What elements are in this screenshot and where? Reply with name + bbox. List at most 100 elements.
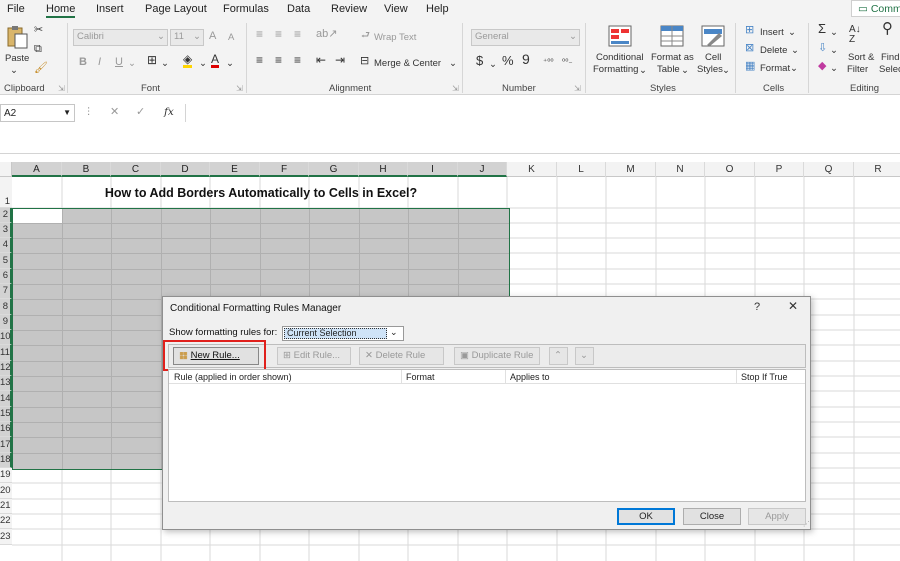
delete-cells-label[interactable]: Delete: [760, 45, 787, 56]
help-button[interactable]: ?: [754, 302, 760, 313]
tab-insert[interactable]: Insert: [96, 3, 124, 15]
show-rules-select[interactable]: Current Selection ⌄: [282, 326, 404, 341]
ok-button[interactable]: OK: [617, 508, 675, 525]
tab-help[interactable]: Help: [426, 3, 449, 15]
paste-dropdown-icon[interactable]: ⌄: [10, 65, 18, 76]
column-rule[interactable]: Rule (applied in order shown): [174, 372, 292, 382]
currency-button[interactable]: $: [476, 54, 483, 67]
number-launcher-icon[interactable]: ⇲: [574, 83, 581, 94]
clear-icon[interactable]: ◆: [818, 61, 826, 72]
enter-icon[interactable]: ✓: [136, 107, 145, 118]
font-launcher-icon[interactable]: ⇲: [236, 83, 243, 94]
row-header-14[interactable]: 14: [0, 391, 12, 407]
fill-down-icon[interactable]: ⇩: [818, 43, 827, 54]
row-header-1[interactable]: 1: [0, 177, 12, 208]
borders-dropdown-icon[interactable]: ⌄: [161, 58, 169, 69]
column-header-l[interactable]: L: [557, 162, 606, 177]
merge-icon[interactable]: ⊟: [360, 56, 369, 67]
row-header-18[interactable]: 18: [0, 453, 12, 468]
shrink-font-icon[interactable]: A: [228, 32, 234, 43]
row-header-19[interactable]: 19: [0, 468, 12, 483]
fill-color-icon[interactable]: ◈: [183, 53, 193, 68]
close-icon[interactable]: ✕: [788, 300, 798, 312]
grow-font-icon[interactable]: A: [209, 31, 216, 42]
tab-view[interactable]: View: [384, 3, 408, 15]
row-header-22[interactable]: 22: [0, 514, 12, 529]
duplicate-rule-button[interactable]: ▣ Duplicate Rule: [454, 347, 540, 365]
sort-filter-label-1[interactable]: Sort &: [848, 52, 874, 63]
delete-rule-button[interactable]: ✕ Delete Rule: [359, 347, 444, 365]
insert-cells-label[interactable]: Insert: [760, 27, 784, 38]
cancel-icon[interactable]: ✕: [110, 107, 119, 118]
bottom-align-icon[interactable]: ≡: [294, 28, 301, 40]
middle-align-icon[interactable]: ≡: [275, 28, 282, 40]
row-header-2[interactable]: 2: [0, 208, 12, 223]
move-up-button[interactable]: ⌃: [549, 347, 568, 365]
format-painter-icon[interactable]: 🖌: [34, 63, 48, 74]
fill-dropdown-icon[interactable]: ⌄: [199, 58, 207, 69]
clipboard-launcher-icon[interactable]: ⇲: [58, 83, 65, 94]
row-header-21[interactable]: 21: [0, 499, 12, 514]
column-header-j[interactable]: J: [458, 162, 507, 177]
apply-button[interactable]: Apply: [748, 508, 806, 525]
row-header-15[interactable]: 15: [0, 407, 12, 422]
row-header-4[interactable]: 4: [0, 238, 12, 253]
comments-button[interactable]: ▭ Comm: [851, 0, 900, 17]
cut-icon[interactable]: ✂: [34, 25, 43, 36]
row-header-3[interactable]: 3: [0, 223, 12, 238]
font-size-box[interactable]: 11 ⌄: [170, 29, 204, 46]
cell-styles-label-2[interactable]: Styles: [697, 64, 723, 75]
align-left-icon[interactable]: ≡: [256, 54, 263, 66]
tab-review[interactable]: Review: [331, 3, 367, 15]
row-header-8[interactable]: 8: [0, 299, 12, 315]
close-button[interactable]: Close: [683, 508, 741, 525]
column-header-b[interactable]: B: [62, 162, 111, 177]
insert-cells-icon[interactable]: ⊞: [745, 25, 754, 36]
increase-indent-icon[interactable]: ⇥: [335, 54, 345, 66]
column-header-p[interactable]: P: [755, 162, 804, 177]
tab-file[interactable]: File: [7, 3, 25, 15]
column-header-d[interactable]: D: [161, 162, 210, 177]
column-header-c[interactable]: C: [111, 162, 161, 177]
find-select-label-1[interactable]: Find: [881, 52, 899, 63]
font-color-icon[interactable]: A: [211, 53, 220, 68]
underline-button[interactable]: U: [115, 57, 123, 68]
column-header-n[interactable]: N: [656, 162, 705, 177]
move-down-button[interactable]: ⌄: [575, 347, 594, 365]
borders-icon[interactable]: ⊞: [147, 54, 157, 66]
increase-decimal-icon[interactable]: ⁺⁰⁰: [543, 56, 554, 67]
format-as-table-label-2[interactable]: Table: [657, 64, 680, 75]
italic-button[interactable]: I: [98, 57, 101, 68]
decrease-indent-icon[interactable]: ⇤: [316, 54, 326, 66]
copy-icon[interactable]: ⧉: [34, 44, 42, 55]
delete-cells-icon[interactable]: ⊠: [745, 43, 754, 54]
column-applies-to[interactable]: Applies to: [510, 372, 550, 382]
column-header-q[interactable]: Q: [804, 162, 854, 177]
rules-list[interactable]: Rule (applied in order shown) Format App…: [168, 369, 806, 502]
row-header-9[interactable]: 9: [0, 315, 12, 330]
alignment-launcher-icon[interactable]: ⇲: [452, 83, 459, 94]
number-format-box[interactable]: General ⌄: [471, 29, 580, 46]
decrease-decimal-icon[interactable]: ⁰⁰₋: [562, 56, 573, 67]
merge-center-label[interactable]: Merge & Center: [374, 58, 441, 69]
conditional-formatting-label-1[interactable]: Conditional: [596, 52, 644, 63]
format-as-table-icon[interactable]: [660, 25, 684, 47]
column-format[interactable]: Format: [406, 372, 435, 382]
wrap-text-icon[interactable]: ⮐: [361, 30, 370, 41]
merge-dropdown-icon[interactable]: ⌄: [449, 58, 457, 69]
row-header-20[interactable]: 20: [0, 483, 12, 499]
format-as-table-label-1[interactable]: Format as: [651, 52, 694, 63]
row-header-11[interactable]: 11: [0, 345, 12, 361]
tab-page-layout[interactable]: Page Layout: [145, 3, 207, 15]
row-header-17[interactable]: 17: [0, 437, 12, 453]
column-header-a[interactable]: A: [12, 162, 62, 177]
resize-grip-icon[interactable]: ⋰: [803, 519, 810, 530]
cell-styles-label-1[interactable]: Cell: [705, 52, 721, 63]
column-header-k[interactable]: K: [507, 162, 557, 177]
orientation-icon[interactable]: ab↗: [316, 29, 337, 40]
paste-button[interactable]: [6, 25, 28, 49]
row-header-23[interactable]: 23: [0, 529, 12, 545]
conditional-formatting-label-2[interactable]: Formatting: [593, 64, 638, 75]
column-stop-if-true[interactable]: Stop If True: [741, 372, 788, 382]
align-center-icon[interactable]: ≡: [275, 54, 282, 66]
